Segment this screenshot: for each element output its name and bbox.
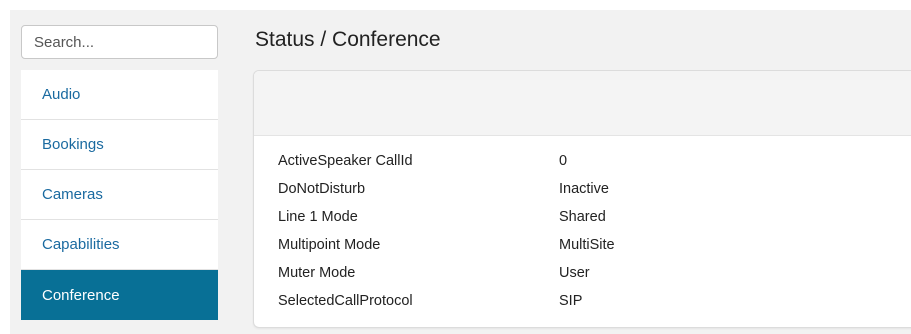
status-row: DoNotDisturb Inactive (278, 175, 615, 203)
status-row: SelectedCallProtocol SIP (278, 287, 615, 315)
sidebar-item-audio[interactable]: Audio (21, 70, 218, 120)
card-header (254, 71, 911, 136)
status-card: ActiveSpeaker CallId 0 DoNotDisturb Inac… (253, 70, 911, 328)
status-row: Line 1 Mode Shared (278, 203, 615, 231)
sidebar-nav: Audio Bookings Cameras Capabilities Conf… (21, 70, 218, 320)
status-row: ActiveSpeaker CallId 0 (278, 147, 615, 175)
search-input[interactable] (21, 25, 218, 59)
status-list: ActiveSpeaker CallId 0 DoNotDisturb Inac… (278, 147, 615, 315)
status-value: User (559, 265, 590, 281)
sidebar-item-conference[interactable]: Conference (21, 270, 218, 320)
status-key: Muter Mode (278, 265, 356, 281)
status-row: Muter Mode User (278, 259, 615, 287)
status-key: SelectedCallProtocol (278, 293, 413, 309)
sidebar-item-capabilities[interactable]: Capabilities (21, 220, 218, 270)
status-key: Multipoint Mode (278, 237, 381, 253)
status-value: Shared (559, 209, 606, 225)
page-title: Status / Conference (255, 28, 441, 51)
sidebar-item-cameras[interactable]: Cameras (21, 170, 218, 220)
app-window: Audio Bookings Cameras Capabilities Conf… (10, 10, 911, 334)
status-value: MultiSite (559, 237, 615, 253)
status-row: Multipoint Mode MultiSite (278, 231, 615, 259)
status-key: Line 1 Mode (278, 209, 358, 225)
status-value: SIP (559, 293, 583, 309)
sidebar: Audio Bookings Cameras Capabilities Conf… (10, 10, 228, 334)
status-value: 0 (559, 153, 568, 169)
status-key: ActiveSpeaker CallId (278, 153, 413, 169)
status-value: Inactive (559, 181, 609, 197)
sidebar-item-bookings[interactable]: Bookings (21, 120, 218, 170)
status-key: DoNotDisturb (278, 181, 366, 197)
